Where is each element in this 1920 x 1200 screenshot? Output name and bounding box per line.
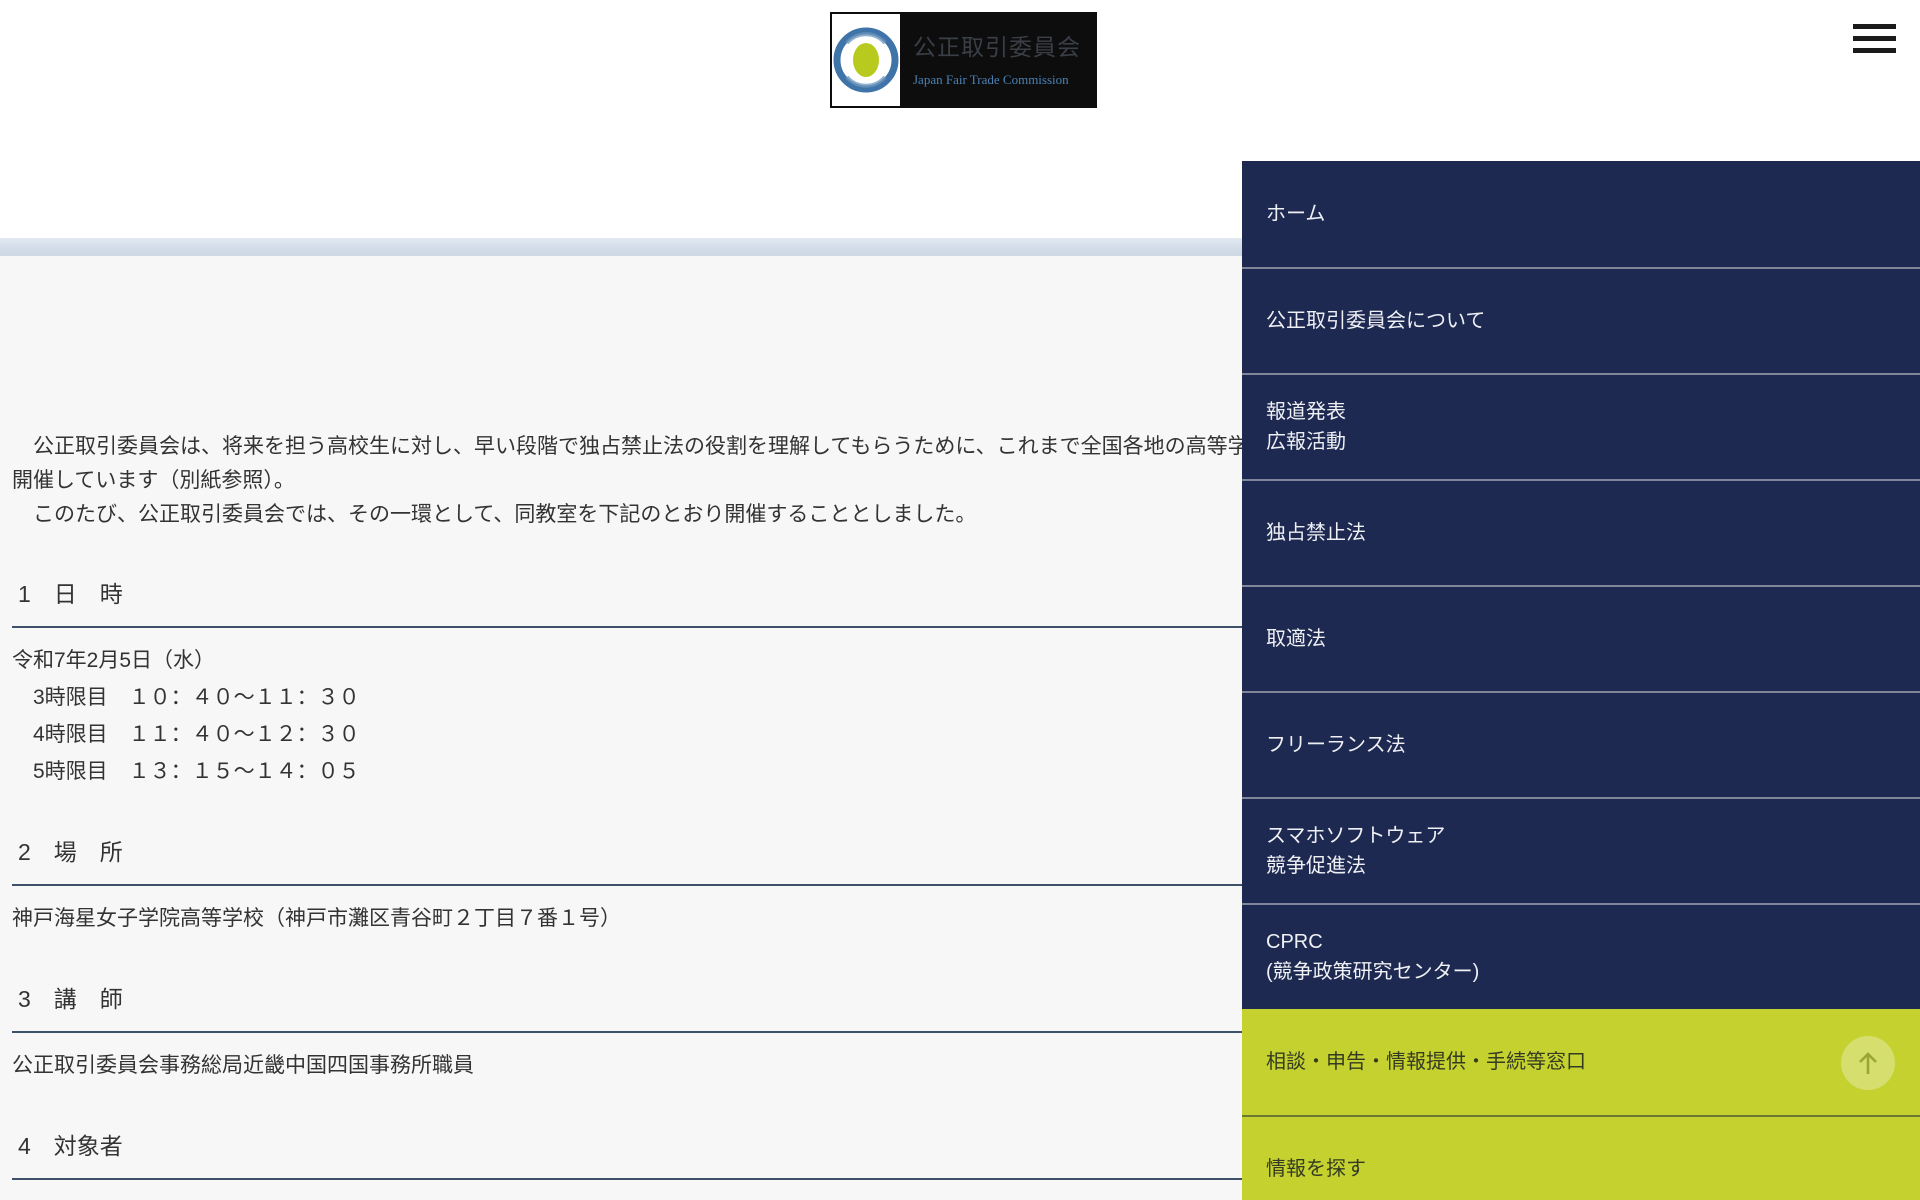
jftc-emblem-icon xyxy=(832,14,900,106)
logo-text: 公正取引委員会 Japan Fair Trade Commission xyxy=(900,32,1081,88)
menu-item-label: 公正取引委員会について xyxy=(1266,310,1486,332)
menu-item[interactable]: CPRC (競争政策研究センター) xyxy=(1242,903,1920,1009)
menu-item[interactable]: スマホソフトウェア 競争促進法 xyxy=(1242,797,1920,903)
hamburger-icon xyxy=(1853,24,1896,29)
menu-item-label: ホーム xyxy=(1266,203,1326,225)
logo-title-en: Japan Fair Trade Commission xyxy=(913,72,1069,87)
scroll-to-top-button[interactable] xyxy=(1841,1036,1895,1090)
jftc-logo[interactable]: 公正取引委員会 Japan Fair Trade Commission xyxy=(830,12,1097,108)
logo-title-jp: 公正取引委員会 xyxy=(913,34,1081,60)
menu-panel: ホーム公正取引委員会について 報道発表広報活動独占禁止法取適法フリーランス法スマホ… xyxy=(1242,161,1920,1200)
menu-item[interactable]: 取適法 xyxy=(1242,585,1920,691)
menu-item[interactable]: 独占禁止法 xyxy=(1242,479,1920,585)
menu-item-label: フリーランス法 xyxy=(1266,734,1406,756)
menu-item[interactable]: ホーム xyxy=(1242,161,1920,267)
up-arrow-icon xyxy=(1859,1052,1877,1074)
menu-item-label: 競争促進法 xyxy=(1266,855,1366,877)
page: 公正取引委員会 Japan Fair Trade Commission 公正取引… xyxy=(0,0,1920,1200)
menu-item-label: 報道発表 xyxy=(1266,401,1346,423)
menu-item-label: スマホソフトウェア xyxy=(1266,825,1446,847)
menu-item[interactable]: フリーランス法 xyxy=(1242,691,1920,797)
menu-item-label: 取適法 xyxy=(1266,628,1326,650)
menu-item[interactable]: 情報を探す xyxy=(1242,1115,1920,1200)
menu-item-label: 情報を探す xyxy=(1266,1158,1366,1180)
menu-item[interactable]: 報道発表 広報活動 xyxy=(1242,373,1920,479)
hamburger-icon xyxy=(1853,48,1896,53)
hamburger-menu-button[interactable] xyxy=(1853,24,1896,53)
hamburger-icon xyxy=(1853,36,1896,41)
menu-item[interactable]: 相談・申告・情報提供・手続等窓口 xyxy=(1242,1009,1920,1115)
menu-item-label: CPRC xyxy=(1266,931,1323,953)
menu-item-label: (競争政策研究センター) xyxy=(1266,961,1480,983)
menu-item-label: 相談・申告・情報提供・手続等窓口 xyxy=(1266,1051,1586,1073)
menu-item-label: 独占禁止法 xyxy=(1266,522,1366,544)
menu-item-label: 広報活動 xyxy=(1266,431,1346,453)
menu-item[interactable]: 公正取引委員会について xyxy=(1242,267,1920,373)
